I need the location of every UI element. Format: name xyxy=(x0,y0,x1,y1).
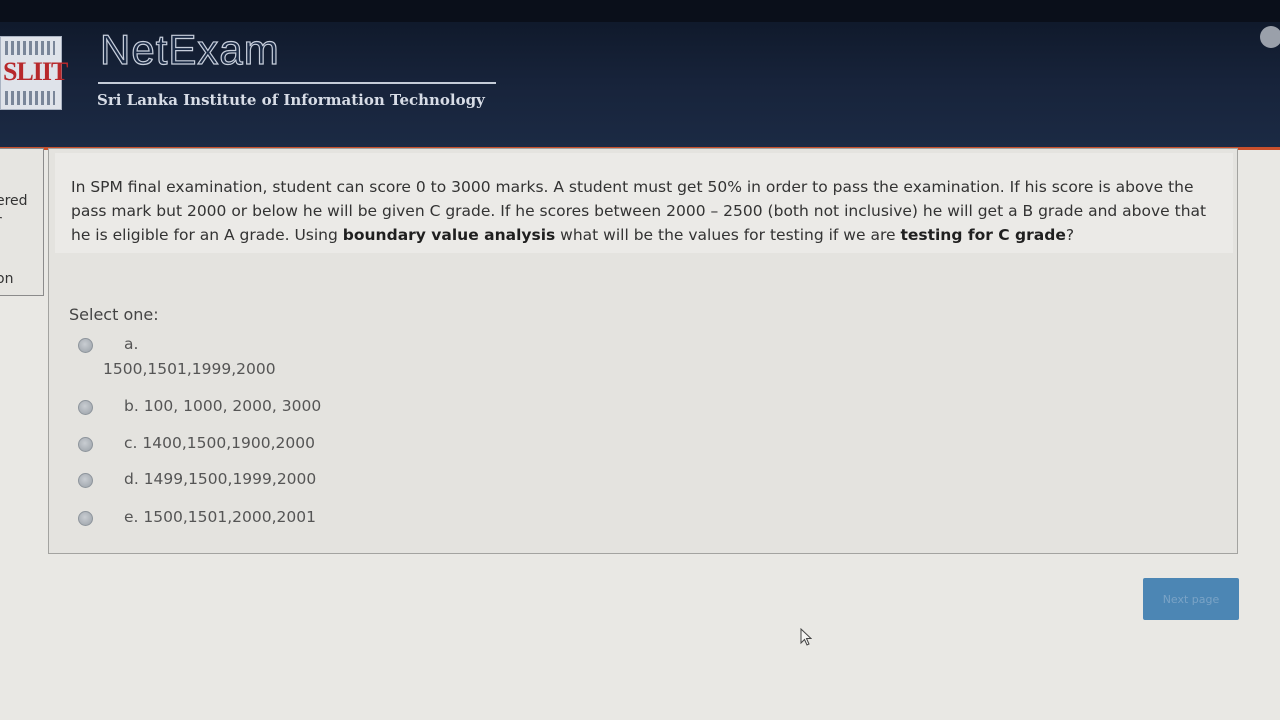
option-d-radio[interactable] xyxy=(78,473,93,488)
logo-grid-top xyxy=(5,41,55,55)
logo-text: SLIIT xyxy=(3,57,68,86)
question-bold-1: boundary value analysis xyxy=(342,226,556,244)
question-text-panel: In SPM final examination, student can sc… xyxy=(55,153,1233,253)
top-strip xyxy=(0,0,1280,22)
option-b-radio[interactable] xyxy=(78,400,93,415)
brand-divider xyxy=(98,82,496,84)
option-a-text[interactable]: 1500,1501,1999,2000 xyxy=(103,360,276,378)
side-text-2: r xyxy=(0,213,2,229)
quiz-navigation-panel: ered r on xyxy=(0,148,44,296)
select-one-label: Select one: xyxy=(69,305,159,324)
brand-subtitle: Sri Lanka Institute of Information Techn… xyxy=(97,91,485,109)
option-e-text[interactable]: e. 1500,1501,2000,2001 xyxy=(124,508,316,526)
sliit-logo: SLIIT xyxy=(0,36,68,110)
mouse-cursor-icon xyxy=(800,628,812,646)
option-a-radio[interactable] xyxy=(78,338,93,353)
option-b-text[interactable]: b. 100, 1000, 2000, 3000 xyxy=(124,397,321,415)
site-header: SLIIT NetExam Sri Lanka Institute of Inf… xyxy=(0,0,1280,150)
option-c-text[interactable]: c. 1400,1500,1900,2000 xyxy=(124,434,315,452)
option-d-text[interactable]: d. 1499,1500,1999,2000 xyxy=(124,470,316,488)
side-text-3: on xyxy=(0,271,14,287)
question-container: In SPM final examination, student can sc… xyxy=(48,148,1238,554)
option-a-letter: a. xyxy=(124,335,139,353)
option-c-radio[interactable] xyxy=(78,437,93,452)
question-part-2: what will be the values for testing if w… xyxy=(555,226,901,244)
question-part-3: ? xyxy=(1065,226,1075,244)
next-page-button[interactable]: Next page xyxy=(1143,578,1239,620)
question-text: In SPM final examination, student can sc… xyxy=(71,175,1211,247)
brand-title: NetExam xyxy=(99,25,280,73)
option-e-radio[interactable] xyxy=(78,511,93,526)
user-avatar[interactable] xyxy=(1260,26,1280,48)
question-bold-2: testing for C grade xyxy=(900,226,1066,244)
logo-grid-bottom xyxy=(5,91,55,105)
side-text-1: ered xyxy=(0,193,28,209)
